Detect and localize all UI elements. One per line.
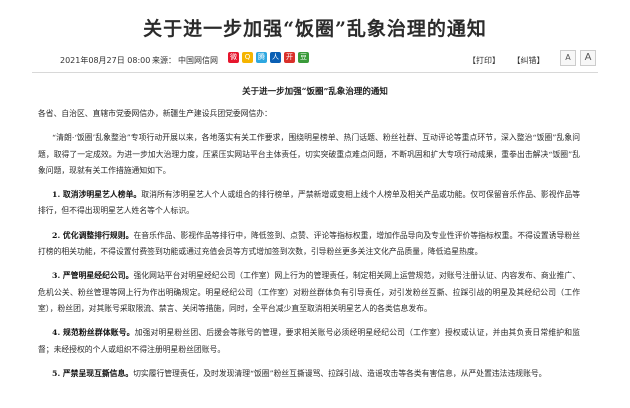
font-larger-button[interactable]: A — [580, 50, 596, 66]
measure-item: 5. 严禁呈现互撕信息。切实履行管理责任，及时发现清理“饭圈”粉丝互撕谩骂、拉踩… — [38, 366, 580, 382]
measure-heading: 2. 优化调整排行规则。 — [52, 230, 134, 240]
qzone-icon[interactable]: Q — [242, 52, 253, 63]
correction-button[interactable]: 【纠错】 — [513, 56, 545, 65]
measure-heading: 4. 规范粉丝群体账号。 — [52, 328, 135, 338]
divider — [32, 72, 598, 73]
article-meta: 2021年08月27日 08:00 来源： 中国网信网 微Q腾人开豆 【打印】 … — [60, 50, 596, 70]
publish-date: 2021年08月27日 08:00 — [60, 56, 151, 65]
measure-heading: 3. 严管明星经纪公司。 — [52, 271, 134, 281]
douban-icon[interactable]: 豆 — [298, 52, 309, 63]
measure-text: 切实履行管理责任，及时发现清理“饭圈”粉丝互撕谩骂、拉踩引战、造谣攻击等各类有害… — [133, 368, 547, 378]
measure-item: 3. 严管明星经纪公司。强化网站平台对明星经纪公司（工作室）网上行为的管理责任，… — [38, 268, 580, 317]
salutation: 各省、自治区、直辖市党委网信办，新疆生产建设兵团党委网信办： — [38, 109, 272, 118]
measure-heading: 1. 取消涉明星艺人榜单。 — [52, 190, 142, 200]
article-actions: 【打印】 【纠错】 — [468, 55, 555, 66]
weibo-icon[interactable]: 微 — [228, 52, 239, 63]
share-bar: 微Q腾人开豆 — [228, 52, 312, 63]
measure-item: 2. 优化调整排行规则。在音乐作品、影视作品等排行中，降低签到、点赞、评论等指标… — [38, 228, 580, 261]
kaixin-icon[interactable]: 开 — [284, 52, 295, 63]
measure-item: 4. 规范粉丝群体账号。加强对明星粉丝团、后援会等账号的管理，要求相关账号必须经… — [38, 325, 580, 358]
intro-paragraph: “清朗·‘饭圈’乱象整治”专项行动开展以来，各地落实有关工作要求，围绕明星榜单、… — [38, 133, 580, 175]
source-label: 来源： — [152, 56, 176, 65]
measure-heading: 5. 严禁呈现互撕信息。 — [52, 368, 134, 378]
source-link[interactable]: 中国网信网 — [178, 55, 218, 66]
print-button[interactable]: 【打印】 — [468, 56, 500, 65]
font-smaller-button[interactable]: A — [560, 50, 576, 66]
measure-item: 1. 取消涉明星艺人榜单。取消所有涉明星艺人个人或组合的排行榜单，严禁新增或变相… — [38, 187, 580, 220]
renren-icon[interactable]: 人 — [270, 52, 281, 63]
document-title: 关于进一步加强“饭圈”乱象治理的通知 — [242, 87, 388, 97]
article-body: 各省、自治区、直辖市党委网信办，新疆生产建设兵团党委网信办： “清朗·‘饭圈’乱… — [38, 106, 580, 390]
page-title: 关于进一步加强“饭圈”乱象治理的通知 — [143, 18, 487, 40]
tencent-weibo-icon[interactable]: 腾 — [256, 52, 267, 63]
